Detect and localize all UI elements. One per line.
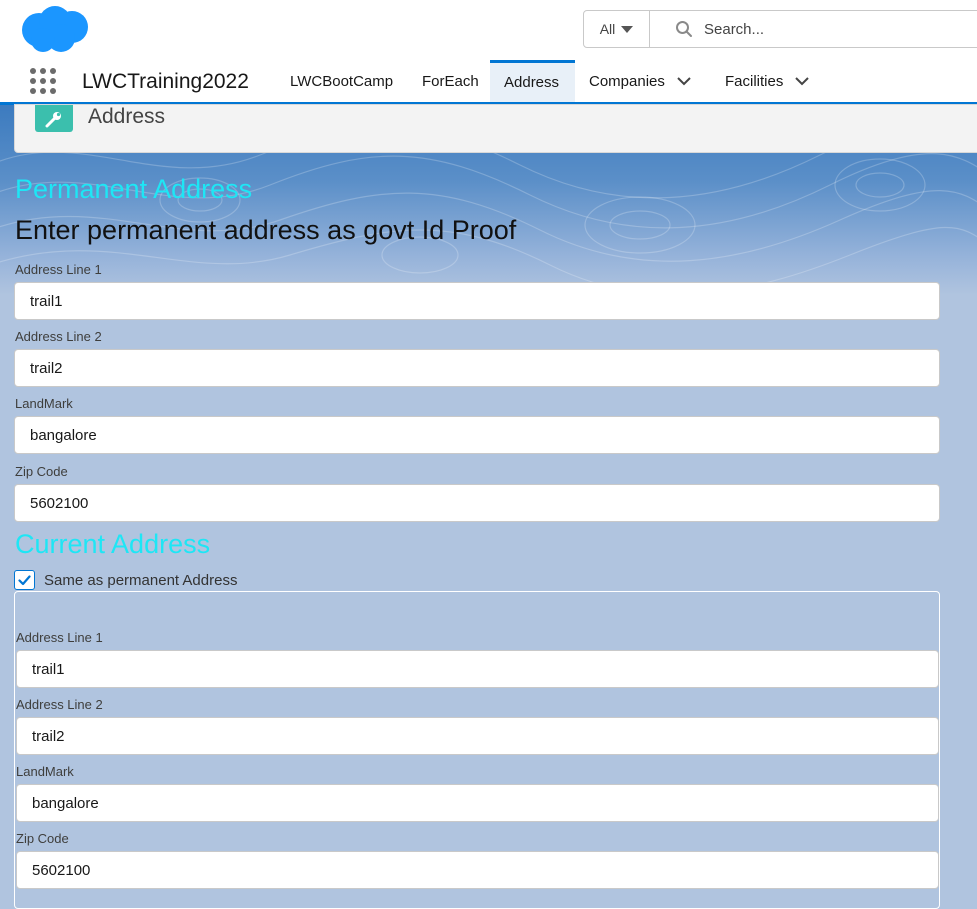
permanent-address-subtitle: Enter permanent address as govt Id Proof [15,215,517,245]
current-address-line-2-input[interactable] [16,717,939,755]
permanent-zip-code-input[interactable] [14,484,940,522]
nav-item-foreach[interactable]: ForEach [408,60,493,102]
search-input[interactable] [704,20,924,38]
nav-item-label: ForEach [422,72,479,90]
landmark-label: LandMark [16,764,74,779]
salesforce-logo[interactable] [17,4,91,56]
search-icon [664,20,704,38]
permanent-landmark-input[interactable] [14,416,940,454]
search-scope-label: All [599,21,616,37]
nav-item-label: Companies [589,72,665,90]
zip-code-label: Zip Code [15,464,68,479]
permanent-address-line-1-input[interactable] [14,282,940,320]
permanent-address-heading: Permanent Address [15,174,253,204]
page-header: Address [14,104,977,153]
nav-item-label: LWCBootCamp [290,72,394,90]
nav-item-lwcbootcamp[interactable]: LWCBootCamp [276,60,407,102]
global-search: All [583,10,977,48]
wrench-icon [35,105,73,132]
permanent-address-line-2-input[interactable] [14,349,940,387]
current-address-heading: Current Address [15,529,211,559]
current-landmark-input[interactable] [16,784,939,822]
nav-item-companies[interactable]: Companies [575,60,705,102]
nav-item-label: Facilities [725,72,784,90]
current-zip-code-input[interactable] [16,851,939,889]
page-title: Address [88,105,166,128]
same-as-permanent-label[interactable]: Same as permanent Address [44,572,237,589]
nav-item-label: Address [504,74,560,91]
current-address-line-1-input[interactable] [16,650,939,688]
nav-item-facilities[interactable]: Facilities [711,60,823,102]
global-header: All [0,0,977,60]
address-line-2-label: Address Line 2 [15,329,102,344]
nav-item-address[interactable]: Address [490,60,575,102]
address-line-1-label: Address Line 1 [15,262,102,277]
chevron-down-icon[interactable] [677,73,691,90]
search-scope-dropdown[interactable]: All [584,11,650,47]
landmark-label: LandMark [15,396,73,411]
checkmark-icon [18,574,31,585]
zip-code-label: Zip Code [16,831,69,846]
address-line-2-label: Address Line 2 [16,697,103,712]
app-name: LWCTraining2022 [82,70,249,93]
address-line-1-label: Address Line 1 [16,630,103,645]
same-as-permanent-checkbox[interactable] [14,570,35,590]
chevron-down-icon[interactable] [795,73,810,90]
app-navigation-bar: LWCTraining2022 LWCBootCamp ForEach Addr… [0,60,977,105]
caret-down-icon [621,25,634,33]
app-launcher-icon[interactable] [30,68,56,94]
